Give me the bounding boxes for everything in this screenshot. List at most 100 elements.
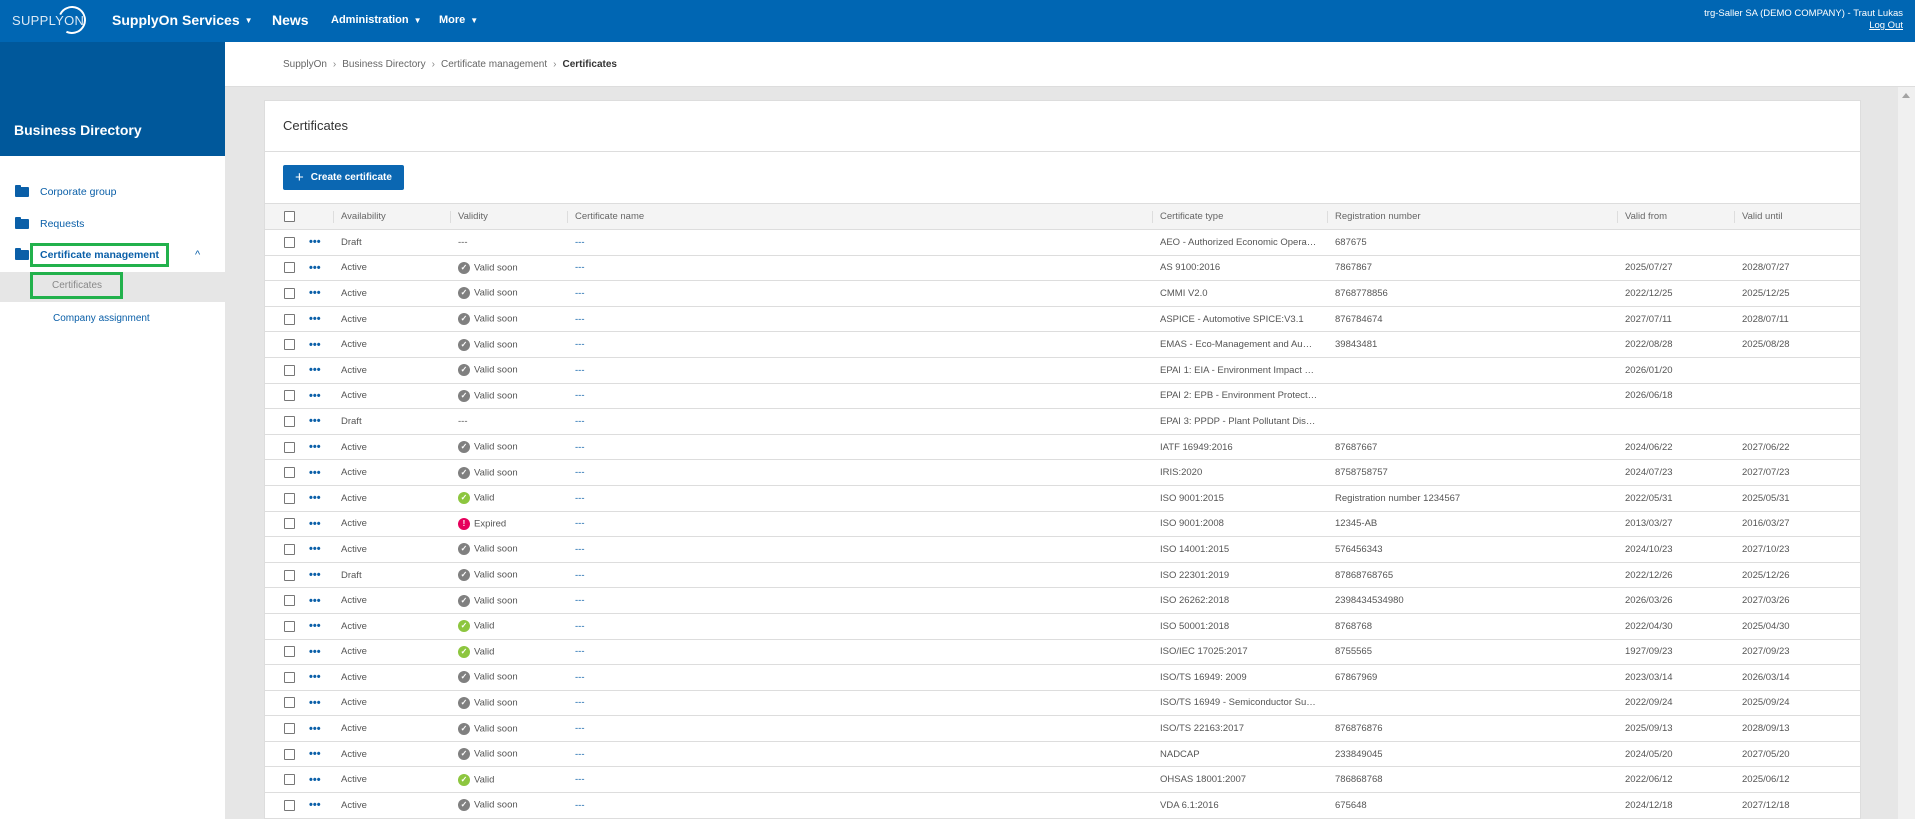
row-checkbox[interactable] bbox=[284, 287, 295, 299]
table-row[interactable]: ••• Active ✓ Valid --- OHSAS 18001:2007 786868… bbox=[265, 767, 1860, 793]
table-row[interactable]: ••• Draft ✓ Valid soon --- ISO 22301:2019 8786… bbox=[265, 562, 1860, 588]
more-actions-icon[interactable]: ••• bbox=[309, 390, 321, 402]
header-validity[interactable]: Validity bbox=[450, 204, 567, 230]
create-certificate-button[interactable]: + Create certificate bbox=[283, 165, 404, 190]
table-row[interactable]: ••• Active ✓ Valid soon --- AS 9100:2016 78678… bbox=[265, 255, 1860, 281]
table-row[interactable]: ••• Draft --- --- EPAI 3: PPDP - Plant Pollu… bbox=[265, 409, 1860, 435]
certificate-name-link[interactable]: --- bbox=[575, 314, 585, 325]
more-actions-icon[interactable]: ••• bbox=[309, 748, 321, 760]
header-valid-from[interactable]: Valid from bbox=[1617, 204, 1734, 230]
certificate-name-link[interactable]: --- bbox=[575, 672, 585, 683]
select-all-checkbox[interactable] bbox=[284, 210, 295, 222]
more-actions-icon[interactable]: ••• bbox=[309, 441, 321, 453]
supplyon-logo[interactable]: SUPPLYON bbox=[12, 2, 90, 38]
row-checkbox[interactable] bbox=[284, 518, 295, 530]
certificate-name-link[interactable]: --- bbox=[575, 570, 585, 581]
table-row[interactable]: ••• Active ✓ Valid --- ISO/IEC 17025:2017 8755… bbox=[265, 639, 1860, 665]
certificate-name-link[interactable]: --- bbox=[575, 365, 585, 376]
certificate-name-link[interactable]: --- bbox=[575, 544, 585, 555]
chevron-up-icon[interactable]: ^ bbox=[195, 249, 200, 261]
header-certificate-name[interactable]: Certificate name bbox=[567, 204, 1152, 230]
row-checkbox[interactable] bbox=[284, 236, 295, 248]
more-actions-icon[interactable]: ••• bbox=[309, 543, 321, 555]
header-availability[interactable]: Availability bbox=[333, 204, 450, 230]
row-checkbox[interactable] bbox=[284, 748, 295, 760]
sidebar-item-certificate-management[interactable]: Certificate management ^ bbox=[0, 242, 225, 268]
certificate-name-link[interactable]: --- bbox=[575, 646, 585, 657]
table-row[interactable]: ••• Active! Expired --- ISO 9001:2008 12345-A… bbox=[265, 511, 1860, 537]
scroll-up-arrow-icon[interactable] bbox=[1902, 93, 1910, 98]
breadcrumb-supplyon[interactable]: SupplyOn bbox=[283, 59, 327, 70]
table-row[interactable]: ••• Active ✓ Valid soon --- VDA 6.1:2016 67564… bbox=[265, 793, 1860, 819]
more-actions-icon[interactable]: ••• bbox=[309, 287, 321, 299]
more-actions-icon[interactable]: ••• bbox=[309, 697, 321, 709]
sidebar-item-requests[interactable]: Requests bbox=[0, 211, 225, 237]
row-checkbox[interactable] bbox=[284, 774, 295, 786]
table-row[interactable]: ••• Active ✓ Valid soon --- IRIS:2020 87587587… bbox=[265, 460, 1860, 486]
table-row[interactable]: ••• Active ✓ Valid soon --- ISO/TS 16949 - Se… bbox=[265, 690, 1860, 716]
certificate-name-link[interactable]: --- bbox=[575, 723, 585, 734]
sidebar-subitem-certificates[interactable]: Certificates bbox=[0, 272, 225, 302]
row-checkbox[interactable] bbox=[284, 441, 295, 453]
row-checkbox[interactable] bbox=[284, 799, 295, 811]
more-actions-icon[interactable]: ••• bbox=[309, 620, 321, 632]
certificate-name-link[interactable]: --- bbox=[575, 467, 585, 478]
certificate-name-link[interactable]: --- bbox=[575, 339, 585, 350]
table-row[interactable]: ••• Active ✓ Valid soon --- IATF 16949:2016 87… bbox=[265, 434, 1860, 460]
certificate-name-link[interactable]: --- bbox=[575, 621, 585, 632]
more-actions-icon[interactable]: ••• bbox=[309, 415, 321, 427]
table-row[interactable]: ••• Active ✓ Valid --- ISO 50001:2018 8768768 2… bbox=[265, 613, 1860, 639]
more-actions-icon[interactable]: ••• bbox=[309, 799, 321, 811]
row-checkbox[interactable] bbox=[284, 671, 295, 683]
more-actions-icon[interactable]: ••• bbox=[309, 595, 321, 607]
more-actions-icon[interactable]: ••• bbox=[309, 339, 321, 351]
certificate-name-link[interactable]: --- bbox=[575, 749, 585, 760]
vertical-scrollbar[interactable] bbox=[1898, 87, 1915, 819]
sidebar-subitem-company-assignment[interactable]: Company assignment bbox=[0, 304, 225, 334]
certificate-name-link[interactable]: --- bbox=[575, 774, 585, 785]
row-checkbox[interactable] bbox=[284, 697, 295, 709]
more-actions-icon[interactable]: ••• bbox=[309, 569, 321, 581]
certificate-name-link[interactable]: --- bbox=[575, 595, 585, 606]
row-checkbox[interactable] bbox=[284, 467, 295, 479]
row-checkbox[interactable] bbox=[284, 415, 295, 427]
nav-more[interactable]: More ▼ bbox=[439, 0, 478, 40]
logout-link[interactable]: Log Out bbox=[1704, 20, 1903, 32]
table-row[interactable]: ••• Active ✓ Valid soon --- CMMI V2.0 87687788… bbox=[265, 281, 1860, 307]
row-checkbox[interactable] bbox=[284, 313, 295, 325]
certificate-name-link[interactable]: --- bbox=[575, 416, 585, 427]
sidebar-item-corporate-group[interactable]: Corporate group bbox=[0, 179, 225, 205]
row-checkbox[interactable] bbox=[284, 364, 295, 376]
row-checkbox[interactable] bbox=[284, 595, 295, 607]
row-checkbox[interactable] bbox=[284, 543, 295, 555]
more-actions-icon[interactable]: ••• bbox=[309, 364, 321, 376]
breadcrumb-business-directory[interactable]: Business Directory bbox=[342, 59, 425, 70]
certificate-name-link[interactable]: --- bbox=[575, 518, 585, 529]
certificate-name-link[interactable]: --- bbox=[575, 442, 585, 453]
table-row[interactable]: ••• Active ✓ Valid soon --- ISO 14001:2015 576… bbox=[265, 537, 1860, 563]
certificate-name-link[interactable]: --- bbox=[575, 800, 585, 811]
certificate-name-link[interactable]: --- bbox=[575, 262, 585, 273]
table-row[interactable]: ••• Active ✓ Valid soon --- EPAI 2: EPB - Env… bbox=[265, 383, 1860, 409]
table-row[interactable]: ••• Active ✓ Valid soon --- ISO/TS 16949: 200… bbox=[265, 665, 1860, 691]
more-actions-icon[interactable]: ••• bbox=[309, 492, 321, 504]
certificate-name-link[interactable]: --- bbox=[575, 493, 585, 504]
table-row[interactable]: ••• Active ✓ Valid soon --- ASPICE - Automoti… bbox=[265, 306, 1860, 332]
more-actions-icon[interactable]: ••• bbox=[309, 467, 321, 479]
more-actions-icon[interactable]: ••• bbox=[309, 262, 321, 274]
certificate-name-link[interactable]: --- bbox=[575, 288, 585, 299]
certificate-name-link[interactable]: --- bbox=[575, 390, 585, 401]
more-actions-icon[interactable]: ••• bbox=[309, 723, 321, 735]
nav-news[interactable]: News bbox=[272, 0, 309, 40]
row-checkbox[interactable] bbox=[284, 390, 295, 402]
more-actions-icon[interactable]: ••• bbox=[309, 518, 321, 530]
table-row[interactable]: ••• Draft --- --- AEO - Authorized Economic … bbox=[265, 230, 1860, 256]
more-actions-icon[interactable]: ••• bbox=[309, 236, 321, 248]
header-certificate-type[interactable]: Certificate type bbox=[1152, 204, 1327, 230]
row-checkbox[interactable] bbox=[284, 569, 295, 581]
table-row[interactable]: ••• Active ✓ Valid soon --- ISO/TS 22163:2017… bbox=[265, 716, 1860, 742]
more-actions-icon[interactable]: ••• bbox=[309, 313, 321, 325]
certificate-name-link[interactable]: --- bbox=[575, 697, 585, 708]
nav-administration[interactable]: Administration ▼ bbox=[331, 0, 422, 40]
row-checkbox[interactable] bbox=[284, 492, 295, 504]
